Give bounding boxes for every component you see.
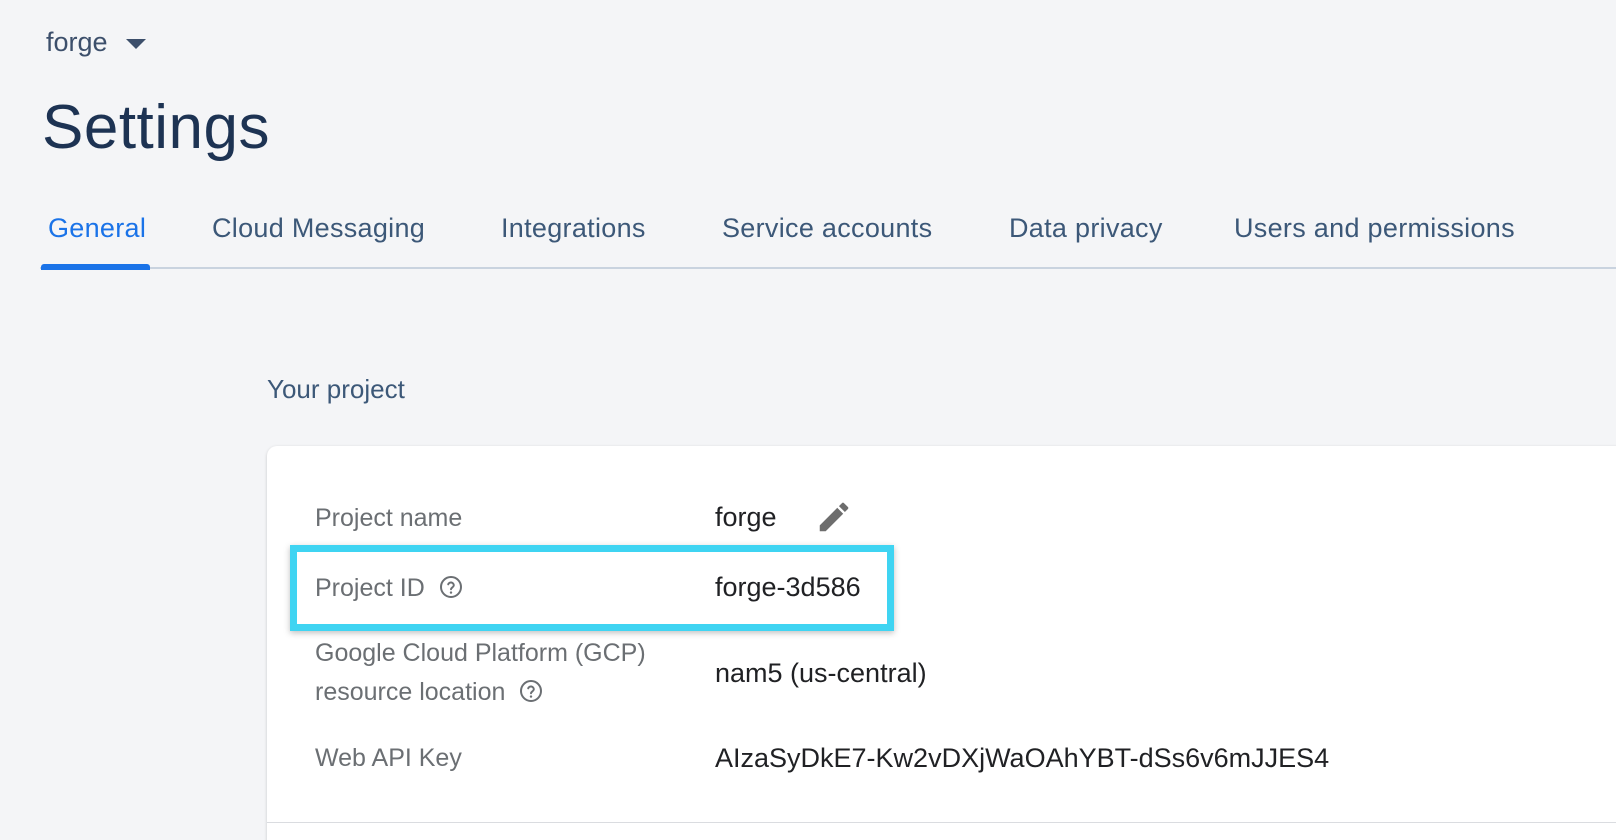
- project-name-label: Project name: [315, 504, 463, 532]
- tab-data-privacy[interactable]: Data privacy: [1009, 213, 1163, 244]
- gcp-location-label-line1: Google Cloud Platform (GCP): [315, 639, 646, 667]
- tab-general[interactable]: General: [48, 213, 146, 244]
- page-title: Settings: [42, 93, 271, 162]
- web-api-key-value: AIzaSyDkE7-Kw2vDXjWaOAhYBT-dSs6v6mJJES4: [715, 743, 1330, 773]
- gcp-location-value: nam5 (us-central): [715, 658, 927, 688]
- section-label-your-project: Your project: [267, 374, 405, 404]
- tab-cloud-messaging[interactable]: Cloud Messaging: [212, 213, 425, 244]
- caret-down-icon: [125, 38, 146, 49]
- pencil-icon[interactable]: [815, 498, 853, 536]
- project-switcher[interactable]: forge: [46, 22, 146, 62]
- card-divider: [267, 822, 1616, 823]
- gcp-location-label-line2-wrap: resource location: [315, 672, 543, 712]
- project-switcher-name: forge: [46, 26, 108, 57]
- project-id-highlight: [290, 545, 894, 631]
- tab-integrations[interactable]: Integrations: [501, 213, 646, 244]
- project-card: Project name forge Project ID forge-3d58…: [267, 446, 1616, 840]
- settings-page: forge Settings General Cloud Messaging I…: [0, 0, 1616, 840]
- gcp-location-label-line2: resource location: [315, 678, 506, 706]
- tab-users-and-permissions[interactable]: Users and permissions: [1234, 213, 1515, 244]
- tabs-divider: [40, 267, 1616, 269]
- help-icon[interactable]: [519, 679, 543, 703]
- tab-service-accounts[interactable]: Service accounts: [722, 213, 932, 244]
- settings-tabs: General Cloud Messaging Integrations Ser…: [0, 200, 1616, 270]
- web-api-key-label: Web API Key: [315, 744, 462, 772]
- project-name-value: forge: [715, 502, 777, 532]
- active-tab-indicator: [41, 264, 150, 270]
